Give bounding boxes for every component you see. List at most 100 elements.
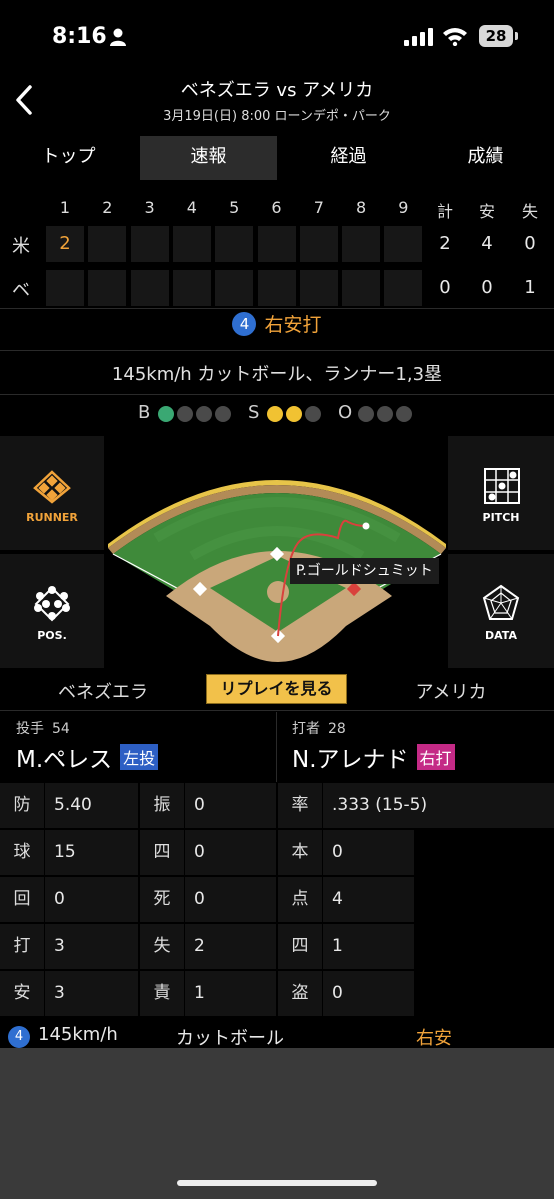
total-cell: 1 [524,277,536,298]
strike-dot [267,406,283,422]
play-result-text: 右安打 [264,314,322,336]
batter-name: N.アレナド [292,747,409,773]
stat-cell: 四1 [278,924,414,969]
stat-cell: 死0 [140,877,276,922]
tab-live[interactable]: 速報 [140,136,277,180]
status-bar: 8:16 28 [0,0,554,70]
total-cell: 0 [439,277,451,298]
field-area: RUNNER POS. PITCH DATA [0,436,554,670]
stat-value: 3 [54,983,65,1003]
pitch-label: PITCH [482,511,520,524]
stat-label: 安 [13,983,31,1003]
stat-cell: 率 .333 (15-5) [278,783,554,828]
batter-role-label: 打者 [292,721,320,737]
inning-score-cell [299,226,338,262]
team-left-label[interactable]: ベネズエラ [0,678,206,704]
stat-cell: 失2 [140,924,276,969]
stat-value: 3 [54,936,65,956]
pitcher-role: 投手 54 [16,718,70,738]
out-dot [358,406,374,422]
runner-diamond-icon [33,470,71,504]
stat-cell: 球 15 [0,830,138,875]
stat-cell: 四0 [140,830,276,875]
team-right-label[interactable]: アメリカ [348,678,554,704]
replay-button[interactable]: リプレイを見る [206,674,347,704]
position-label: POS. [37,629,67,642]
inning-score-cell [130,226,169,262]
stat-value: 5.40 [54,795,92,815]
pitch-button[interactable]: PITCH [448,436,554,550]
data-button[interactable]: DATA [448,554,554,668]
tab-top[interactable]: トップ [0,134,137,182]
stat-cell: 安3 [0,971,138,1016]
inning-header: 6 [271,198,282,217]
stat-separator [184,924,185,969]
stat-value: 0 [194,795,205,815]
inning-score-cell [172,226,211,262]
stat-label: 率 [291,795,309,815]
inning-score-cell [88,226,127,262]
totals-header: 失 [521,202,538,221]
stat-separator [44,830,45,875]
stat-cell: 振0 [140,783,276,828]
stat-label: 点 [291,889,309,909]
battery-indicator: 28 [479,25,513,47]
stat-separator [322,877,323,922]
runner-label: RUNNER [26,511,78,524]
stat-separator [322,830,323,875]
position-icon [34,586,70,622]
inning-header: 1 [59,198,71,217]
radar-chart-icon [482,584,520,620]
stat-value: 0 [194,889,205,909]
player-divider [276,712,277,782]
replay-row: ベネズエラ リプレイを見る アメリカ [0,670,554,710]
play-result: 4 右安打 [0,310,554,350]
batter-info: 打者 28 N.アレナド 右打 [292,712,548,782]
inning-score-cell [46,270,84,306]
stat-label: 本 [291,842,309,862]
total-cell: 4 [481,233,493,254]
stat-label: 振 [153,795,171,815]
stat-separator [44,783,45,828]
pitch-log-row: 4 145km/h カットボール 右安 [0,1020,554,1050]
pitcher-role-label: 投手 [16,721,44,737]
totals-header: 安 [478,202,495,221]
inning-header: 5 [229,198,240,217]
position-button[interactable]: POS. [0,554,104,668]
pitcher-name-row: M.ペレス 左投 [16,740,159,774]
play-number-badge: 4 [232,312,257,336]
total-cell: 0 [524,233,536,254]
stat-cell: 打3 [0,924,138,969]
battery-tip [515,32,518,40]
divider [0,710,554,711]
stat-value: 1 [332,936,343,956]
team-abbr: 米 [12,236,30,257]
batter-hand-badge: 右打 [416,744,455,770]
status-time: 8:16 [52,24,107,49]
stat-separator [322,924,323,969]
batter-number: 28 [328,721,346,737]
inning-score-cell [257,226,296,262]
inning-score-cell [257,270,296,306]
inning-score-cell [172,270,211,306]
balls-label: B [138,402,151,423]
stat-label: 四 [153,842,171,862]
inning-score-cell [215,226,254,262]
outs-label: O [338,402,353,423]
page-title: ベネズエラ vs アメリカ [180,80,374,101]
runner-button[interactable]: RUNNER [0,436,104,550]
pitch-log-type: カットボール [176,1028,284,1049]
pitch-grid-icon [484,468,520,504]
inning-score-cell [130,270,169,306]
total-cell: 2 [439,233,451,254]
baseball-field-diagram [108,480,446,662]
fielder-tag: P.ゴールドシュミット [290,558,439,584]
stat-separator [184,783,185,828]
inning-score-cell [342,270,381,306]
divider [0,350,554,351]
pitcher-name: M.ペレス [16,747,113,773]
tab-progress[interactable]: 経過 [280,134,417,182]
stat-separator [44,971,45,1016]
tab-stats[interactable]: 成績 [417,134,554,182]
inning-header: 8 [356,198,367,217]
